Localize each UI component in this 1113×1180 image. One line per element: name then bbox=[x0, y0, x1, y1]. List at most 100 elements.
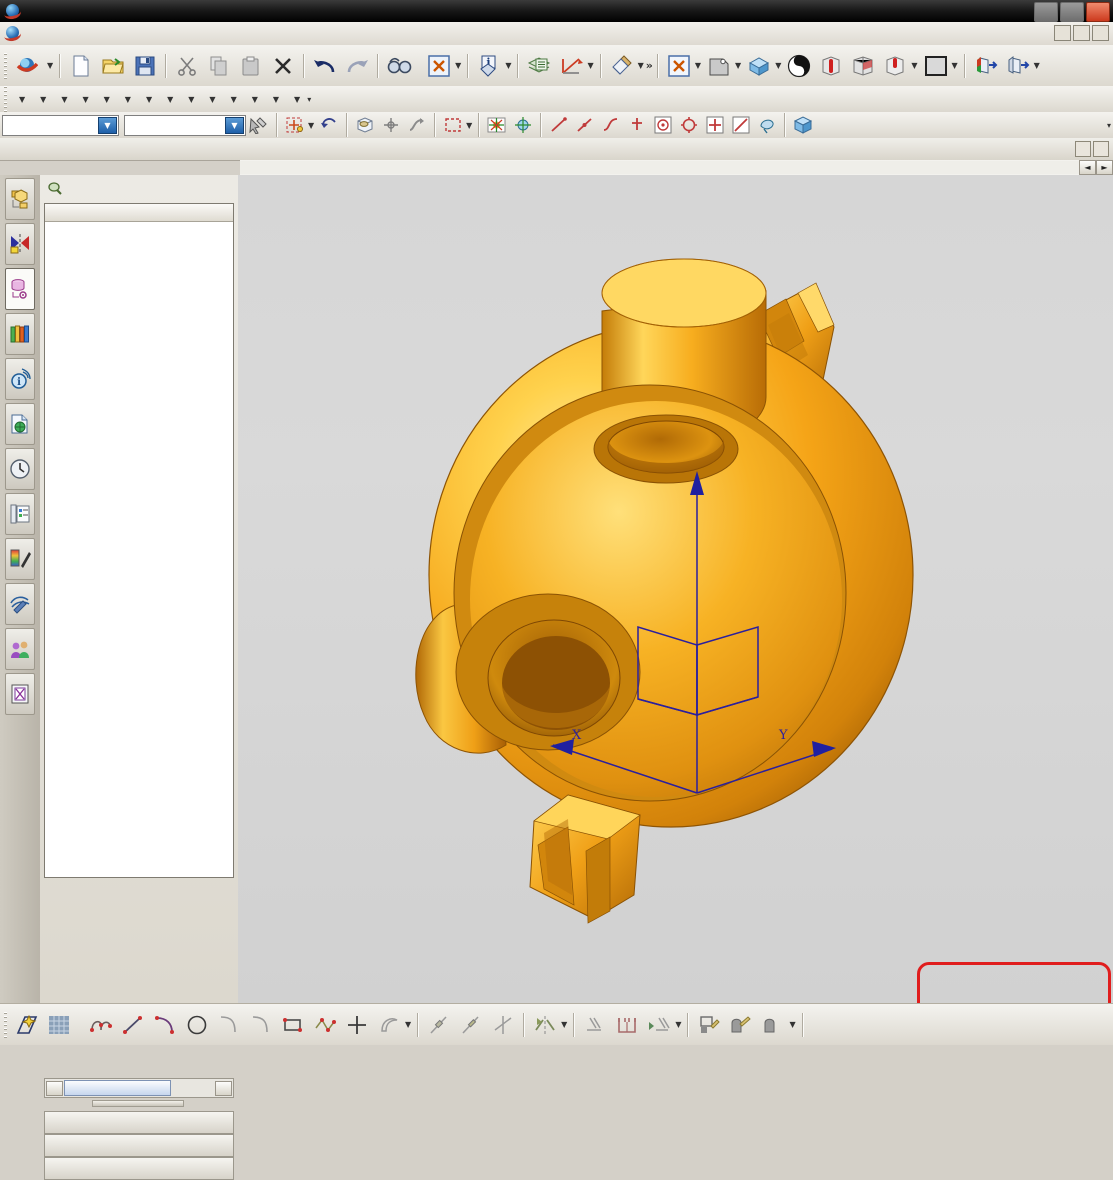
chevron-down-icon[interactable]: ▼ bbox=[98, 116, 117, 134]
rectangle-icon[interactable] bbox=[277, 1009, 309, 1041]
roles-icon[interactable] bbox=[5, 628, 35, 670]
snap-reset-icon[interactable] bbox=[316, 113, 342, 137]
system-scenes-icon[interactable] bbox=[5, 538, 35, 580]
menu-format[interactable] bbox=[82, 32, 96, 36]
select-objects-icon[interactable] bbox=[246, 113, 272, 137]
copy-icon[interactable] bbox=[203, 50, 235, 82]
snap-point-icon[interactable] bbox=[282, 113, 308, 137]
orient-view-icon[interactable] bbox=[743, 50, 775, 82]
tree-column-header[interactable] bbox=[45, 204, 233, 222]
offset-chevron-down-icon[interactable]: ▼ bbox=[405, 1020, 411, 1029]
scroll-left-button[interactable]: ◄ bbox=[1079, 160, 1096, 175]
menu-gc-toolkit[interactable] bbox=[180, 32, 194, 36]
minimize-button[interactable] bbox=[1034, 2, 1058, 22]
section-preview[interactable] bbox=[44, 1157, 234, 1180]
chevron-down-icon[interactable]: ▼ bbox=[225, 116, 244, 134]
graphics-horizontal-scrollbar[interactable]: ◄ ► bbox=[240, 160, 1113, 176]
display-chevron-down-icon[interactable]: ▼ bbox=[638, 61, 644, 70]
menu-help[interactable] bbox=[194, 32, 208, 36]
zoom-icon[interactable] bbox=[703, 50, 735, 82]
wcs-chevron-down-icon[interactable]: ▼ bbox=[455, 61, 461, 70]
feature-toolbar-grip[interactable] bbox=[2, 86, 9, 112]
selection-overflow-icon[interactable]: ▾ bbox=[1107, 121, 1111, 130]
cad-model-3d-view[interactable]: X Y bbox=[238, 175, 1113, 1003]
web-browser-icon[interactable] bbox=[5, 403, 35, 445]
section-view-icon[interactable] bbox=[847, 50, 879, 82]
part-navigator-tree[interactable] bbox=[44, 203, 234, 878]
point-constructor-icon[interactable] bbox=[378, 113, 404, 137]
part-navigator-icon[interactable] bbox=[5, 268, 35, 310]
sketch-toolbar-grip[interactable] bbox=[2, 1011, 9, 1038]
panel-splitter[interactable] bbox=[44, 1100, 232, 1107]
mdi-close-button[interactable] bbox=[1092, 25, 1109, 41]
profile-icon[interactable] bbox=[85, 1009, 117, 1041]
reattach-sketch-icon[interactable] bbox=[757, 1009, 789, 1041]
wcs-display-icon[interactable] bbox=[423, 50, 455, 82]
redo-icon[interactable] bbox=[341, 50, 373, 82]
reattach-icon[interactable] bbox=[693, 1009, 725, 1041]
reuse-library-icon[interactable] bbox=[5, 313, 35, 355]
orient-chevron-down-icon[interactable]: ▼ bbox=[775, 61, 781, 70]
fillet-icon[interactable] bbox=[213, 1009, 245, 1041]
sketch-overflow-chevron-icon[interactable]: ▼ bbox=[789, 1020, 795, 1029]
new-icon[interactable] bbox=[65, 50, 97, 82]
view-section-icon[interactable] bbox=[879, 50, 911, 82]
show-hide-icon[interactable] bbox=[970, 50, 1002, 82]
make-corner-icon[interactable] bbox=[487, 1009, 519, 1041]
point-icon[interactable] bbox=[341, 1009, 373, 1041]
studio-spline-icon[interactable] bbox=[309, 1009, 341, 1041]
tree-scroll-right-button[interactable] bbox=[215, 1080, 232, 1096]
inferred-dimension-icon[interactable] bbox=[643, 1009, 675, 1041]
auto-dimension-icon[interactable] bbox=[611, 1009, 643, 1041]
maximize-button[interactable] bbox=[1060, 2, 1084, 22]
true-shading-icon[interactable] bbox=[815, 50, 847, 82]
hd3d-tools-icon[interactable]: i bbox=[5, 358, 35, 400]
showhide-chevron-down-icon[interactable]: ▼ bbox=[1034, 61, 1040, 70]
snap-quadrant-icon[interactable] bbox=[624, 113, 650, 137]
start-chevron-down-icon[interactable]: ▼ bbox=[47, 61, 53, 70]
command-finder-icon[interactable] bbox=[383, 50, 415, 82]
show-hide-all-icon[interactable] bbox=[1002, 50, 1034, 82]
group-mesh-surface[interactable]: ▼ bbox=[244, 93, 265, 106]
group-edit-curve[interactable]: ▼ bbox=[32, 93, 53, 106]
view-cube-icon[interactable] bbox=[790, 113, 816, 137]
snap-midpoint-icon[interactable] bbox=[572, 113, 598, 137]
scroll-right-button[interactable]: ► bbox=[1096, 160, 1113, 175]
offset-curve-icon[interactable] bbox=[373, 1009, 405, 1041]
menu-file[interactable] bbox=[26, 32, 40, 36]
circle-icon[interactable] bbox=[181, 1009, 213, 1041]
background-color-icon[interactable] bbox=[920, 50, 952, 82]
information-icon[interactable]: i bbox=[473, 50, 505, 82]
snap-arc-center-icon[interactable] bbox=[676, 113, 702, 137]
group-design-feature[interactable]: ▼ bbox=[96, 93, 117, 106]
snap-point-on-curve-icon[interactable] bbox=[728, 113, 754, 137]
background-chevron-down-icon[interactable]: ▼ bbox=[952, 61, 958, 70]
menu-preferences[interactable] bbox=[152, 32, 166, 36]
group-edit-surface[interactable]: ▼ bbox=[53, 93, 74, 106]
fit-view-icon[interactable] bbox=[663, 50, 695, 82]
paste-icon[interactable] bbox=[235, 50, 267, 82]
snap-line-endpoint-icon[interactable] bbox=[546, 113, 572, 137]
toolbar-overflow-icon[interactable]: » bbox=[646, 59, 653, 72]
group-flange-surface[interactable]: ▼ bbox=[286, 93, 307, 106]
graphics-window[interactable]: X Y Z X Y bbox=[238, 175, 1113, 1003]
menu-assemblies[interactable] bbox=[110, 32, 124, 36]
tree-scrollbar-thumb[interactable] bbox=[64, 1080, 171, 1096]
close-button[interactable] bbox=[1086, 2, 1110, 22]
customer-defaults-icon[interactable] bbox=[5, 673, 35, 715]
open-icon[interactable] bbox=[97, 50, 129, 82]
menu-insert[interactable] bbox=[68, 32, 82, 36]
menu-window[interactable] bbox=[166, 32, 180, 36]
snap-end-point-icon[interactable] bbox=[484, 113, 510, 137]
snap-tangent-icon[interactable] bbox=[598, 113, 624, 137]
group-datum-point[interactable]: ▼ bbox=[11, 93, 32, 106]
tree-horizontal-scrollbar[interactable] bbox=[44, 1078, 234, 1098]
feature-toolbar-overflow-icon[interactable]: ▾ bbox=[307, 95, 311, 104]
face-select-icon[interactable] bbox=[352, 113, 378, 137]
selection-scope-combo[interactable]: ▼ bbox=[124, 114, 246, 136]
information-chevron-down-icon[interactable]: ▼ bbox=[505, 61, 511, 70]
snap-center-point-icon[interactable] bbox=[510, 113, 536, 137]
tree-scroll-left-button[interactable] bbox=[46, 1080, 63, 1096]
orient-view-sketch-icon[interactable] bbox=[725, 1009, 757, 1041]
dimension-chevron-down-icon[interactable]: ▼ bbox=[675, 1020, 681, 1029]
